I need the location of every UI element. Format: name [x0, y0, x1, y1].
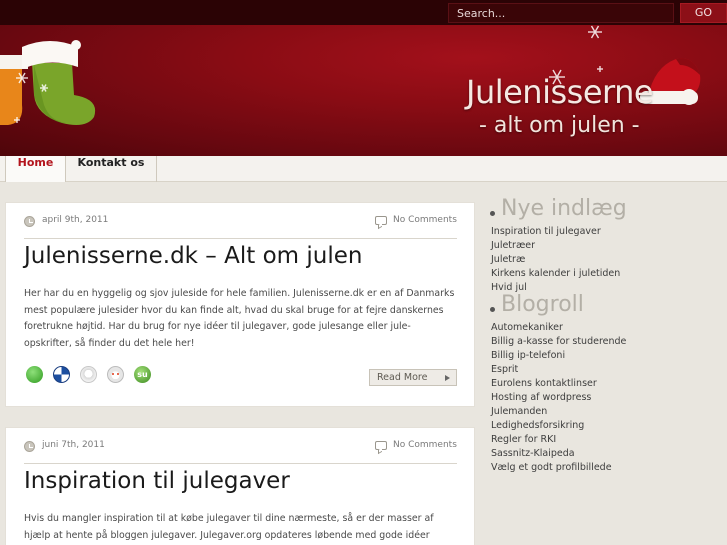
post-comments-link[interactable]: No Comments [393, 440, 457, 450]
blogroll-link[interactable]: Julemanden [490, 405, 626, 419]
post-card: april 9th, 2011 No Comments Julenisserne… [5, 202, 475, 407]
post-meta: april 9th, 2011 No Comments [24, 215, 457, 239]
post-title[interactable]: Inspiration til julegaver [24, 468, 290, 494]
site-title: Julenisserne [466, 73, 654, 111]
post-comments-link[interactable]: No Comments [393, 215, 457, 225]
blogroll-link[interactable]: Regler for RKI [490, 433, 626, 447]
post-card: juni 7th, 2011 No Comments Inspiration t… [5, 427, 475, 545]
post-title[interactable]: Julenisserne.dk – Alt om julen [24, 243, 362, 269]
post-excerpt: Hvis du mangler inspiration til at købe … [24, 513, 434, 541]
blogroll-link[interactable]: Hosting af wordpress [490, 391, 626, 405]
recent-posts-list: Inspiration til julegaver Juletræer Jule… [490, 225, 620, 295]
snowflake-icon [588, 25, 602, 39]
recent-post-link[interactable]: Kirkens kalender i juletiden [490, 267, 620, 281]
site-tagline: - alt om julen - [479, 113, 640, 138]
technorati-icon[interactable] [26, 366, 43, 383]
comment-icon [375, 216, 387, 225]
digg-icon[interactable] [80, 366, 97, 383]
post-date: april 9th, 2011 [42, 215, 109, 225]
comment-icon [375, 441, 387, 450]
blogroll-link[interactable]: Esprit [490, 363, 626, 377]
search-input[interactable] [448, 3, 674, 23]
snowflake-icon [597, 66, 603, 72]
search-go-button[interactable]: GO [680, 3, 727, 23]
nav-item-home[interactable]: Home [5, 156, 66, 182]
blogroll-link[interactable]: Vælg et godt profilbillede [490, 461, 626, 475]
recent-post-link[interactable]: Juletræ [490, 253, 620, 267]
blogroll-link[interactable]: Automekaniker [490, 321, 626, 335]
blogroll-link[interactable]: Ledighedsforsikring [490, 419, 626, 433]
post-meta: juni 7th, 2011 No Comments [24, 440, 457, 464]
stocking-icon [22, 40, 96, 125]
blogroll-link[interactable]: Eurolens kontaktlinser [490, 377, 626, 391]
blogroll-link[interactable]: Billig ip-telefoni [490, 349, 626, 363]
clock-icon [24, 441, 35, 452]
recent-post-link[interactable]: Juletræer [490, 239, 620, 253]
recent-posts-heading: Nye indlæg [490, 196, 627, 222]
stumbleupon-icon[interactable]: su [134, 366, 151, 383]
blogroll-list: Automekaniker Billig a-kasse for studere… [490, 321, 626, 475]
post-excerpt: Her har du en hyggelig og sjov juleside … [24, 288, 455, 349]
blogroll-heading: Blogroll [490, 292, 584, 318]
nav-item-kontakt[interactable]: Kontakt os [66, 156, 157, 182]
post-date: juni 7th, 2011 [42, 440, 105, 450]
site-header: Julenisserne - alt om julen - [0, 25, 727, 156]
clock-icon [24, 216, 35, 227]
read-more-button[interactable]: Read More [369, 369, 457, 386]
reddit-icon[interactable] [107, 366, 124, 383]
top-bar: GO [0, 0, 727, 25]
delicious-icon[interactable] [53, 366, 70, 383]
main-nav: Home Kontakt os [0, 156, 727, 182]
blogroll-link[interactable]: Billig a-kasse for studerende [490, 335, 626, 349]
recent-post-link[interactable]: Inspiration til julegaver [490, 225, 620, 239]
blogroll-link[interactable]: Sassnitz-Klaipeda [490, 447, 626, 461]
